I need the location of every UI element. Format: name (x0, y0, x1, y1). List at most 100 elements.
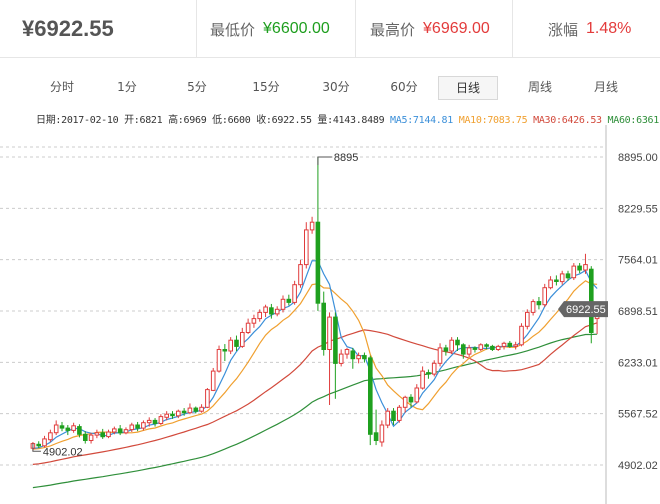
candle-body (164, 413, 169, 418)
candle-body (368, 357, 373, 435)
candle-body (280, 298, 286, 310)
candle-body (414, 387, 420, 403)
candle-body (542, 287, 548, 306)
high-price-value: ¥6969.00 (423, 20, 490, 37)
price-header: ¥6922.55 最低价 ¥6600.00 最高价 ¥6969.00 涨幅 1.… (0, 0, 660, 58)
candle-body (391, 410, 396, 422)
y-tick-label: 8229.55 (618, 203, 658, 215)
candle-body (176, 410, 181, 417)
candle-body (530, 301, 536, 313)
current-price-tag-label: 6922.55 (566, 304, 606, 316)
candle-body (152, 419, 158, 424)
candle-body (210, 370, 216, 391)
tab-15min[interactable]: 15分 (248, 76, 284, 98)
candle-body (106, 431, 111, 438)
candle-body (292, 284, 297, 303)
low-price-value: ¥6600.00 (263, 20, 330, 37)
candle-body (100, 432, 106, 438)
candle-body (158, 416, 164, 425)
high-price-label: 最高价 (370, 20, 416, 39)
candle-body (65, 427, 71, 431)
candle-body (356, 355, 361, 360)
ma10-line (32, 280, 598, 450)
y-tick-label: 4902.02 (618, 460, 658, 472)
tab-timeshare[interactable]: 分时 (44, 76, 80, 98)
candle-body (589, 268, 594, 333)
candle-body (251, 318, 257, 324)
tab-5min[interactable]: 5分 (182, 76, 212, 98)
candle-body (304, 229, 309, 266)
candle-body (181, 410, 187, 414)
candle-body (222, 349, 228, 352)
tab-30min[interactable]: 30分 (318, 76, 354, 98)
candle-body (338, 353, 344, 364)
current-price: ¥6922.55 (22, 16, 114, 41)
candle-body (449, 339, 454, 352)
candle-body (309, 221, 315, 231)
candle-body (536, 301, 542, 306)
candle-body (228, 339, 233, 352)
candle-body (123, 429, 129, 434)
tab-daily[interactable]: 日线 (438, 76, 498, 100)
candle-body (263, 306, 268, 313)
candle-body (577, 265, 582, 271)
candle-body (327, 316, 332, 351)
candle-body (112, 428, 117, 433)
candle-body (472, 347, 478, 350)
change-stat: 涨幅 1.48% (548, 0, 658, 58)
candle-info-line: 日期:2017-02-10 开:6821 高:6969 低:6600 收:692… (36, 111, 660, 126)
candle-body (554, 279, 559, 282)
candle-body (36, 443, 42, 447)
candle-body (269, 307, 274, 315)
period-tabs: 分时 1分 5分 15分 30分 60分 日线 周线 月线 (0, 58, 660, 110)
candle-body (397, 406, 402, 421)
candle-body (141, 422, 146, 429)
candle-body (443, 347, 449, 352)
ma30-line (32, 322, 598, 465)
candle-body (333, 316, 338, 364)
candle-body (59, 425, 65, 429)
tab-1min[interactable]: 1分 (112, 76, 142, 98)
candle-body (362, 355, 367, 360)
header-divider (355, 0, 356, 58)
candle-body (315, 221, 321, 304)
candle-body (117, 428, 123, 434)
candle-body (495, 345, 501, 350)
candle-body (461, 344, 466, 355)
candle-body (525, 311, 530, 327)
candle-body (83, 433, 88, 441)
candle-body (478, 344, 484, 350)
change-label: 涨幅 (548, 20, 579, 39)
max-price-label: 8895 (334, 152, 358, 164)
candle-body (199, 406, 204, 412)
candle-body (187, 407, 193, 414)
candle-body (513, 344, 519, 347)
candle-body (466, 347, 472, 355)
candle-body (408, 396, 414, 403)
min-price-label: 4902.02 (43, 446, 83, 458)
candle-body (286, 298, 292, 303)
candle-body (77, 426, 82, 435)
candle-body (571, 265, 577, 279)
y-tick-label: 8895.00 (618, 152, 658, 164)
candle-body (234, 339, 239, 347)
y-tick-label: 7564.01 (618, 255, 658, 267)
candle-body (321, 302, 326, 350)
change-value: 1.48% (586, 20, 632, 37)
tab-monthly[interactable]: 月线 (588, 76, 624, 98)
low-price-label: 最低价 (210, 20, 256, 39)
candle-body (135, 424, 140, 429)
candle-body (257, 311, 262, 320)
tab-weekly[interactable]: 周线 (522, 76, 558, 98)
candle-body (170, 413, 175, 417)
candle-body (501, 342, 507, 347)
y-tick-label: 6233.01 (618, 357, 658, 369)
candle-body (298, 264, 303, 286)
candle-body (426, 372, 431, 375)
tab-60min[interactable]: 60分 (386, 76, 422, 98)
candle-body (420, 370, 425, 389)
candle-body (240, 332, 245, 347)
y-tick-label: 5567.52 (618, 409, 658, 421)
candle-body (193, 407, 199, 412)
high-price-stat: 最高价 ¥6969.00 (370, 0, 510, 58)
